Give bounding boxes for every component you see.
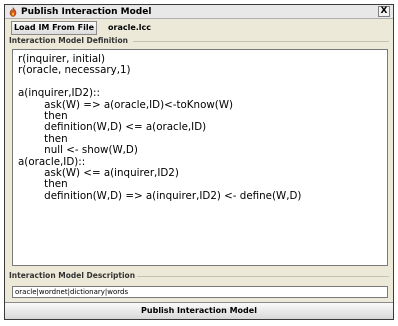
loaded-file-name: oracle.lcc <box>108 23 152 32</box>
close-icon[interactable]: X <box>381 6 388 16</box>
code-line: null <- show(W,D) <box>18 144 138 157</box>
definition-section-label: Interaction Model Definition <box>9 36 128 45</box>
close-button[interactable]: X <box>378 6 390 17</box>
code-line: definition(W,D) => a(inquirer,ID2) <- de… <box>18 189 302 202</box>
definition-divider <box>133 41 389 42</box>
description-input[interactable]: oracle|wordnet|dictionary|words <box>12 286 388 298</box>
publish-interaction-model-button[interactable]: Publish Interaction Model <box>5 302 393 319</box>
description-section-label: Interaction Model Description <box>9 271 136 280</box>
code-line: ask(W) <= a(inquirer,ID2) <box>18 166 179 179</box>
description-divider <box>137 276 389 277</box>
code-line: a(inquirer,ID2):: <box>18 87 100 100</box>
app-icon <box>9 7 17 17</box>
definition-text-area[interactable]: r(inquirer, initial) r(oracle, necessary,… <box>12 49 388 266</box>
window-title: Publish Interaction Model <box>21 7 152 17</box>
load-im-from-file-button[interactable]: Load IM From File <box>11 21 97 35</box>
code-line: then <box>18 178 68 191</box>
code-line: ask(W) => a(oracle,ID)<-toKnow(W) <box>18 98 234 111</box>
code-line: definition(W,D) <= a(oracle,ID) <box>18 121 207 134</box>
publish-window: Publish Interaction Model X Load IM From… <box>4 4 394 320</box>
title-bar[interactable]: Publish Interaction Model X <box>5 5 393 19</box>
toolbar: Load IM From File oracle.lcc <box>5 20 393 36</box>
code-line: r(oracle, necessary,1) <box>18 64 131 77</box>
